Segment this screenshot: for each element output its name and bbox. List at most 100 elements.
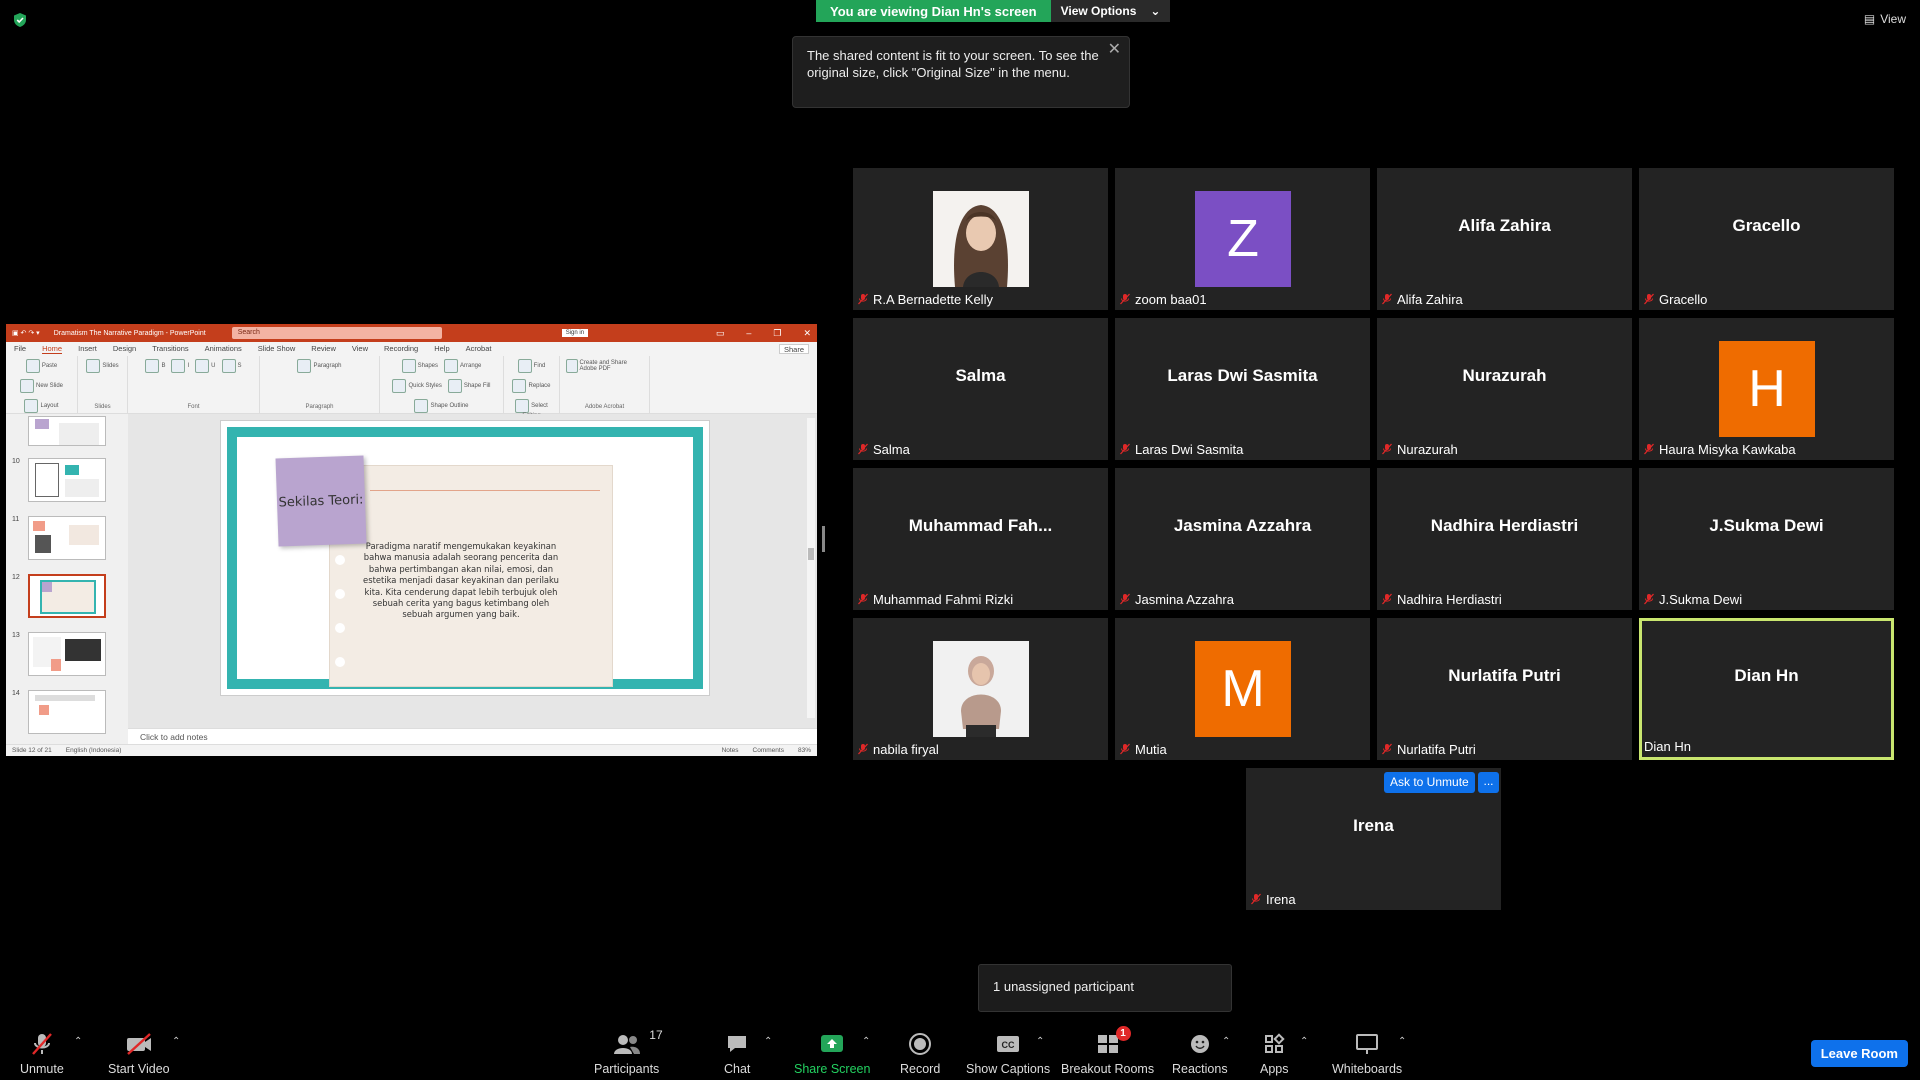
chat-label: Chat xyxy=(724,1062,751,1076)
participant-tile[interactable]: Muhammad Fah... Muhammad Fahmi Rizki xyxy=(853,468,1108,610)
participant-name-label: Irena xyxy=(1250,890,1296,908)
chat-icon xyxy=(725,1032,749,1056)
participant-tile[interactable]: Alifa Zahira Alifa Zahira xyxy=(1377,168,1632,310)
participant-tile[interactable]: M Mutia xyxy=(1115,618,1370,760)
ribbon-group-label: Paragraph xyxy=(305,404,334,410)
muted-mic-icon xyxy=(1119,743,1131,755)
apps-button[interactable]: Apps xyxy=(1260,1032,1289,1076)
muted-mic-icon xyxy=(1643,443,1655,455)
ppt-tab-home: Home xyxy=(42,344,63,354)
participant-display-name: Nurazurah xyxy=(1462,366,1547,385)
apps-icon xyxy=(1262,1032,1286,1056)
chevron-down-icon: ⌄ xyxy=(1150,4,1161,18)
ribbon-item: Replace xyxy=(512,379,551,393)
participant-tile[interactable]: Jasmina Azzahra Jasmina Azzahra xyxy=(1115,468,1370,610)
view-button[interactable]: ▤ View xyxy=(1864,12,1906,26)
breakout-badge: 1 xyxy=(1115,1026,1131,1041)
whiteboards-button[interactable]: Whiteboards xyxy=(1332,1032,1402,1076)
participant-tile[interactable]: Nadhira Herdiastri Nadhira Herdiastri xyxy=(1377,468,1632,610)
share-caret-icon[interactable]: ⌃ xyxy=(862,1036,870,1047)
participant-name-label: Dian Hn xyxy=(1644,737,1691,755)
record-button[interactable]: Record xyxy=(900,1032,940,1076)
slide-thumbnail-preview xyxy=(28,416,106,446)
participants-button[interactable]: 17 Participants xyxy=(594,1028,663,1076)
slide-counter: Slide 12 of 21 xyxy=(12,747,52,754)
participant-name: Salma xyxy=(873,441,910,457)
audio-options-caret-icon[interactable]: ⌃ xyxy=(74,1036,82,1047)
current-slide: Sekilas Teori: Paradigma naratif mengemu… xyxy=(220,420,710,696)
chat-button[interactable]: Chat xyxy=(724,1032,750,1076)
muted-mic-icon xyxy=(1643,293,1655,305)
svg-text:CC: CC xyxy=(1002,1040,1015,1050)
slide-scrollbar xyxy=(807,418,815,718)
chat-caret-icon[interactable]: ⌃ xyxy=(764,1036,772,1047)
participant-tile[interactable]: J.Sukma Dewi J.Sukma Dewi xyxy=(1639,468,1894,610)
participant-count: 17 xyxy=(649,1028,663,1042)
more-options-button[interactable]: ... xyxy=(1478,772,1499,793)
whiteboards-caret-icon[interactable]: ⌃ xyxy=(1398,1036,1406,1047)
participant-tile[interactable]: nabila firyal xyxy=(853,618,1108,760)
muted-mic-icon xyxy=(1119,593,1131,605)
breakout-rooms-label: Breakout Rooms xyxy=(1061,1062,1155,1076)
share-screen-button[interactable]: Share Screen xyxy=(794,1032,870,1076)
ask-to-unmute-button[interactable]: Ask to Unmute xyxy=(1384,772,1475,793)
participant-display-name: Dian Hn xyxy=(1734,666,1799,685)
video-options-caret-icon[interactable]: ⌃ xyxy=(172,1036,180,1047)
breakout-rooms-button[interactable]: 1 Breakout Rooms xyxy=(1061,1026,1155,1076)
muted-mic-icon xyxy=(29,1032,55,1056)
ribbon-icon xyxy=(221,359,236,373)
reactions-button[interactable]: Reactions xyxy=(1172,1032,1228,1076)
participant-tile[interactable]: Zzoom baa01 xyxy=(1115,168,1370,310)
ribbon-item-label: Arrange xyxy=(460,363,482,369)
participant-tile[interactable]: R.A Bernadette Kelly xyxy=(853,168,1108,310)
participant-tile[interactable]: Nurazurah Nurazurah xyxy=(1377,318,1632,460)
record-label: Record xyxy=(900,1062,941,1076)
ribbon-item: Slides xyxy=(86,359,119,373)
window-controls: ▭ – ❐ ✕ xyxy=(715,327,811,338)
close-icon[interactable]: ✕ xyxy=(1108,41,1121,58)
participant-tile[interactable]: Salma Salma xyxy=(853,318,1108,460)
ribbon-item: New Slide xyxy=(19,379,63,393)
participant-tile[interactable]: Dian Hn Dian Hn xyxy=(1639,618,1894,760)
participant-name: Gracello xyxy=(1659,291,1708,307)
ribbon-item-label: Paragraph xyxy=(313,363,342,369)
video-off-icon xyxy=(124,1032,154,1056)
ppt-tab-help: Help xyxy=(434,344,450,353)
unmute-button[interactable]: Unmute xyxy=(20,1032,64,1076)
muted-mic-icon xyxy=(1250,893,1262,905)
panel-splitter-handle[interactable] xyxy=(822,526,825,552)
participant-name-label: R.A Bernadette Kelly xyxy=(857,290,993,308)
leave-room-button[interactable]: Leave Room xyxy=(1810,1040,1908,1067)
participant-tile[interactable]: Laras Dwi Sasmita Laras Dwi Sasmita xyxy=(1115,318,1370,460)
ribbon-icon xyxy=(24,399,39,413)
ribbon-icon xyxy=(171,359,186,373)
ribbon-group-drawing: Shapes Arrange Quick Styles Shape Fill Shape… xyxy=(380,356,504,439)
zoom-window: You are viewing Dian Hn's screen View Op… xyxy=(0,0,1920,1080)
ribbon-item: Paste xyxy=(25,359,57,373)
screen-share-banner: You are viewing Dian Hn's screen View Op… xyxy=(816,0,1171,22)
ribbon-item-label: B xyxy=(161,363,166,369)
ribbon-icon xyxy=(517,359,532,373)
meeting-toolbar: Unmute ⌃ Start Video ⌃ 17 Participants C… xyxy=(0,1022,1920,1080)
view-options-button[interactable]: View Options ⌄ xyxy=(1050,0,1171,22)
ppt-tab-transitions: Transitions xyxy=(152,344,189,353)
slide-number: 11 xyxy=(12,516,20,523)
participant-tile[interactable]: Nurlatifa Putri Nurlatifa Putri xyxy=(1377,618,1632,760)
start-video-button[interactable]: Start Video xyxy=(108,1032,170,1076)
ribbon-item: B xyxy=(145,359,165,373)
ribbon-icon xyxy=(25,359,40,373)
participant-name: Nurlatifa Putri xyxy=(1397,741,1476,757)
ribbon-item: Quick Styles xyxy=(392,379,442,393)
slide-thumbnails: 10 11 12 13 14 xyxy=(6,414,128,744)
smiley-icon xyxy=(1188,1032,1212,1056)
unassigned-participant-notice[interactable]: 1 unassigned participant xyxy=(978,964,1232,1012)
participant-tile[interactable]: Gracello Gracello xyxy=(1639,168,1894,310)
participant-display-name: Muhammad Fah... xyxy=(908,516,1053,535)
security-shield-icon[interactable] xyxy=(12,12,28,28)
participant-tile[interactable]: H Haura Misyka Kawkaba xyxy=(1639,318,1894,460)
captions-caret-icon[interactable]: ⌃ xyxy=(1036,1036,1044,1047)
muted-mic-icon xyxy=(857,743,869,755)
reactions-caret-icon[interactable]: ⌃ xyxy=(1222,1036,1230,1047)
unmute-label: Unmute xyxy=(20,1062,64,1076)
apps-caret-icon[interactable]: ⌃ xyxy=(1300,1036,1308,1047)
